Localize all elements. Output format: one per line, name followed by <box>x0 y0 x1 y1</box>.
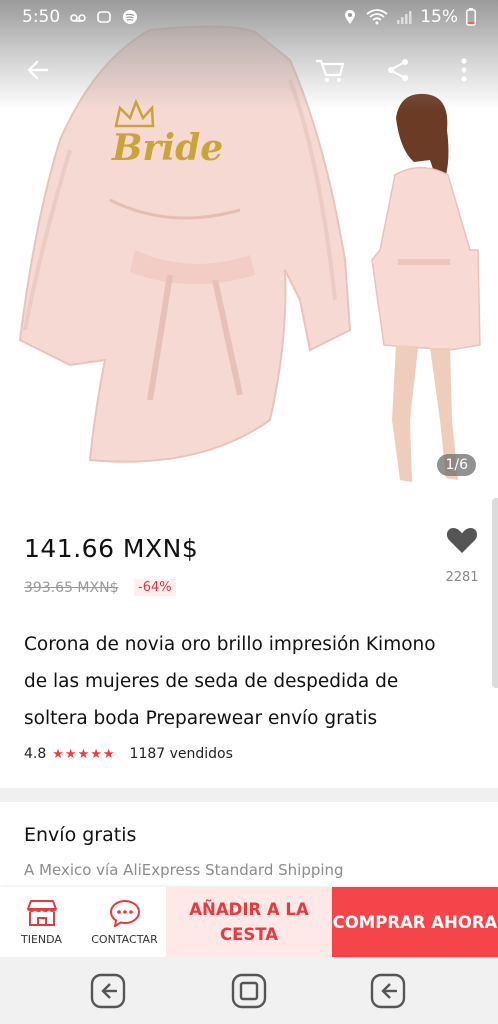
store-label: TIENDA <box>21 932 62 946</box>
back-button[interactable] <box>18 50 58 90</box>
shipping-subtitle: A Mexico vía AliExpress Standard Shippin… <box>24 861 344 879</box>
back-arrow-icon <box>370 973 406 1009</box>
store-button[interactable]: TIENDA <box>0 887 83 957</box>
app-bar <box>0 38 498 102</box>
heart-icon <box>446 528 478 553</box>
side-scroll-tab[interactable] <box>492 498 498 688</box>
rating-stars: ★★★★★ <box>52 746 116 762</box>
status-bar: 5:50 15% <box>0 0 498 34</box>
buy-now-button[interactable]: COMPRAR AHORA <box>332 887 498 957</box>
messenger-icon <box>97 11 111 23</box>
voicemail-icon <box>70 14 86 22</box>
add-to-cart-button[interactable]: AÑADIR A LA CESTA <box>166 887 332 957</box>
section-divider <box>0 788 498 802</box>
share-icon <box>388 59 408 81</box>
chat-icon <box>109 899 140 927</box>
store-icon <box>26 899 57 926</box>
home-icon <box>231 973 267 1009</box>
spotify-icon <box>123 10 138 24</box>
shipping-title[interactable]: Envío gratis <box>24 824 136 846</box>
bottom-action-bar: TIENDA CONTACTAR AÑADIR A LA CESTA COMPR… <box>0 887 498 957</box>
recent-apps-button[interactable] <box>88 971 128 1011</box>
home-button[interactable] <box>229 971 269 1011</box>
wifi-icon <box>366 9 388 25</box>
wishlist-button[interactable] <box>440 526 484 562</box>
clock: 5:50 <box>22 7 61 27</box>
more-vertical-icon <box>461 58 467 82</box>
rating-value: 4.8 <box>24 746 47 762</box>
svg-text:Bride: Bride <box>111 127 223 169</box>
cart-icon <box>316 59 345 83</box>
back-nav-button[interactable] <box>368 971 408 1011</box>
cart-button[interactable] <box>310 50 350 90</box>
rating-row[interactable]: 4.8 ★★★★★ 1187 vendidos <box>24 746 233 762</box>
recent-apps-icon <box>90 973 126 1009</box>
sold-count: 1187 vendidos <box>129 746 233 762</box>
arrow-left-icon <box>27 60 49 80</box>
signal-icon <box>397 11 412 24</box>
original-price: 393.65 MXN$ <box>24 580 119 596</box>
share-button[interactable] <box>378 50 418 90</box>
wishlist-count: 2281 <box>445 570 479 585</box>
product-title: Corona de novia oro brillo impresión Kim… <box>24 634 436 729</box>
image-page-indicator: 1/6 <box>437 454 476 476</box>
battery-percent: 15% <box>420 7 458 27</box>
system-navigation-bar <box>0 957 498 1024</box>
contact-button[interactable]: CONTACTAR <box>83 887 166 957</box>
product-price: 141.66 MXN$ <box>24 534 199 563</box>
more-options-button[interactable] <box>444 50 484 90</box>
location-icon <box>345 10 356 24</box>
product-image-gallery[interactable]: Bride 1/6 <box>0 0 498 498</box>
discount-badge: -64% <box>134 579 176 596</box>
battery-icon <box>466 8 476 26</box>
contact-label: CONTACTAR <box>91 932 158 946</box>
